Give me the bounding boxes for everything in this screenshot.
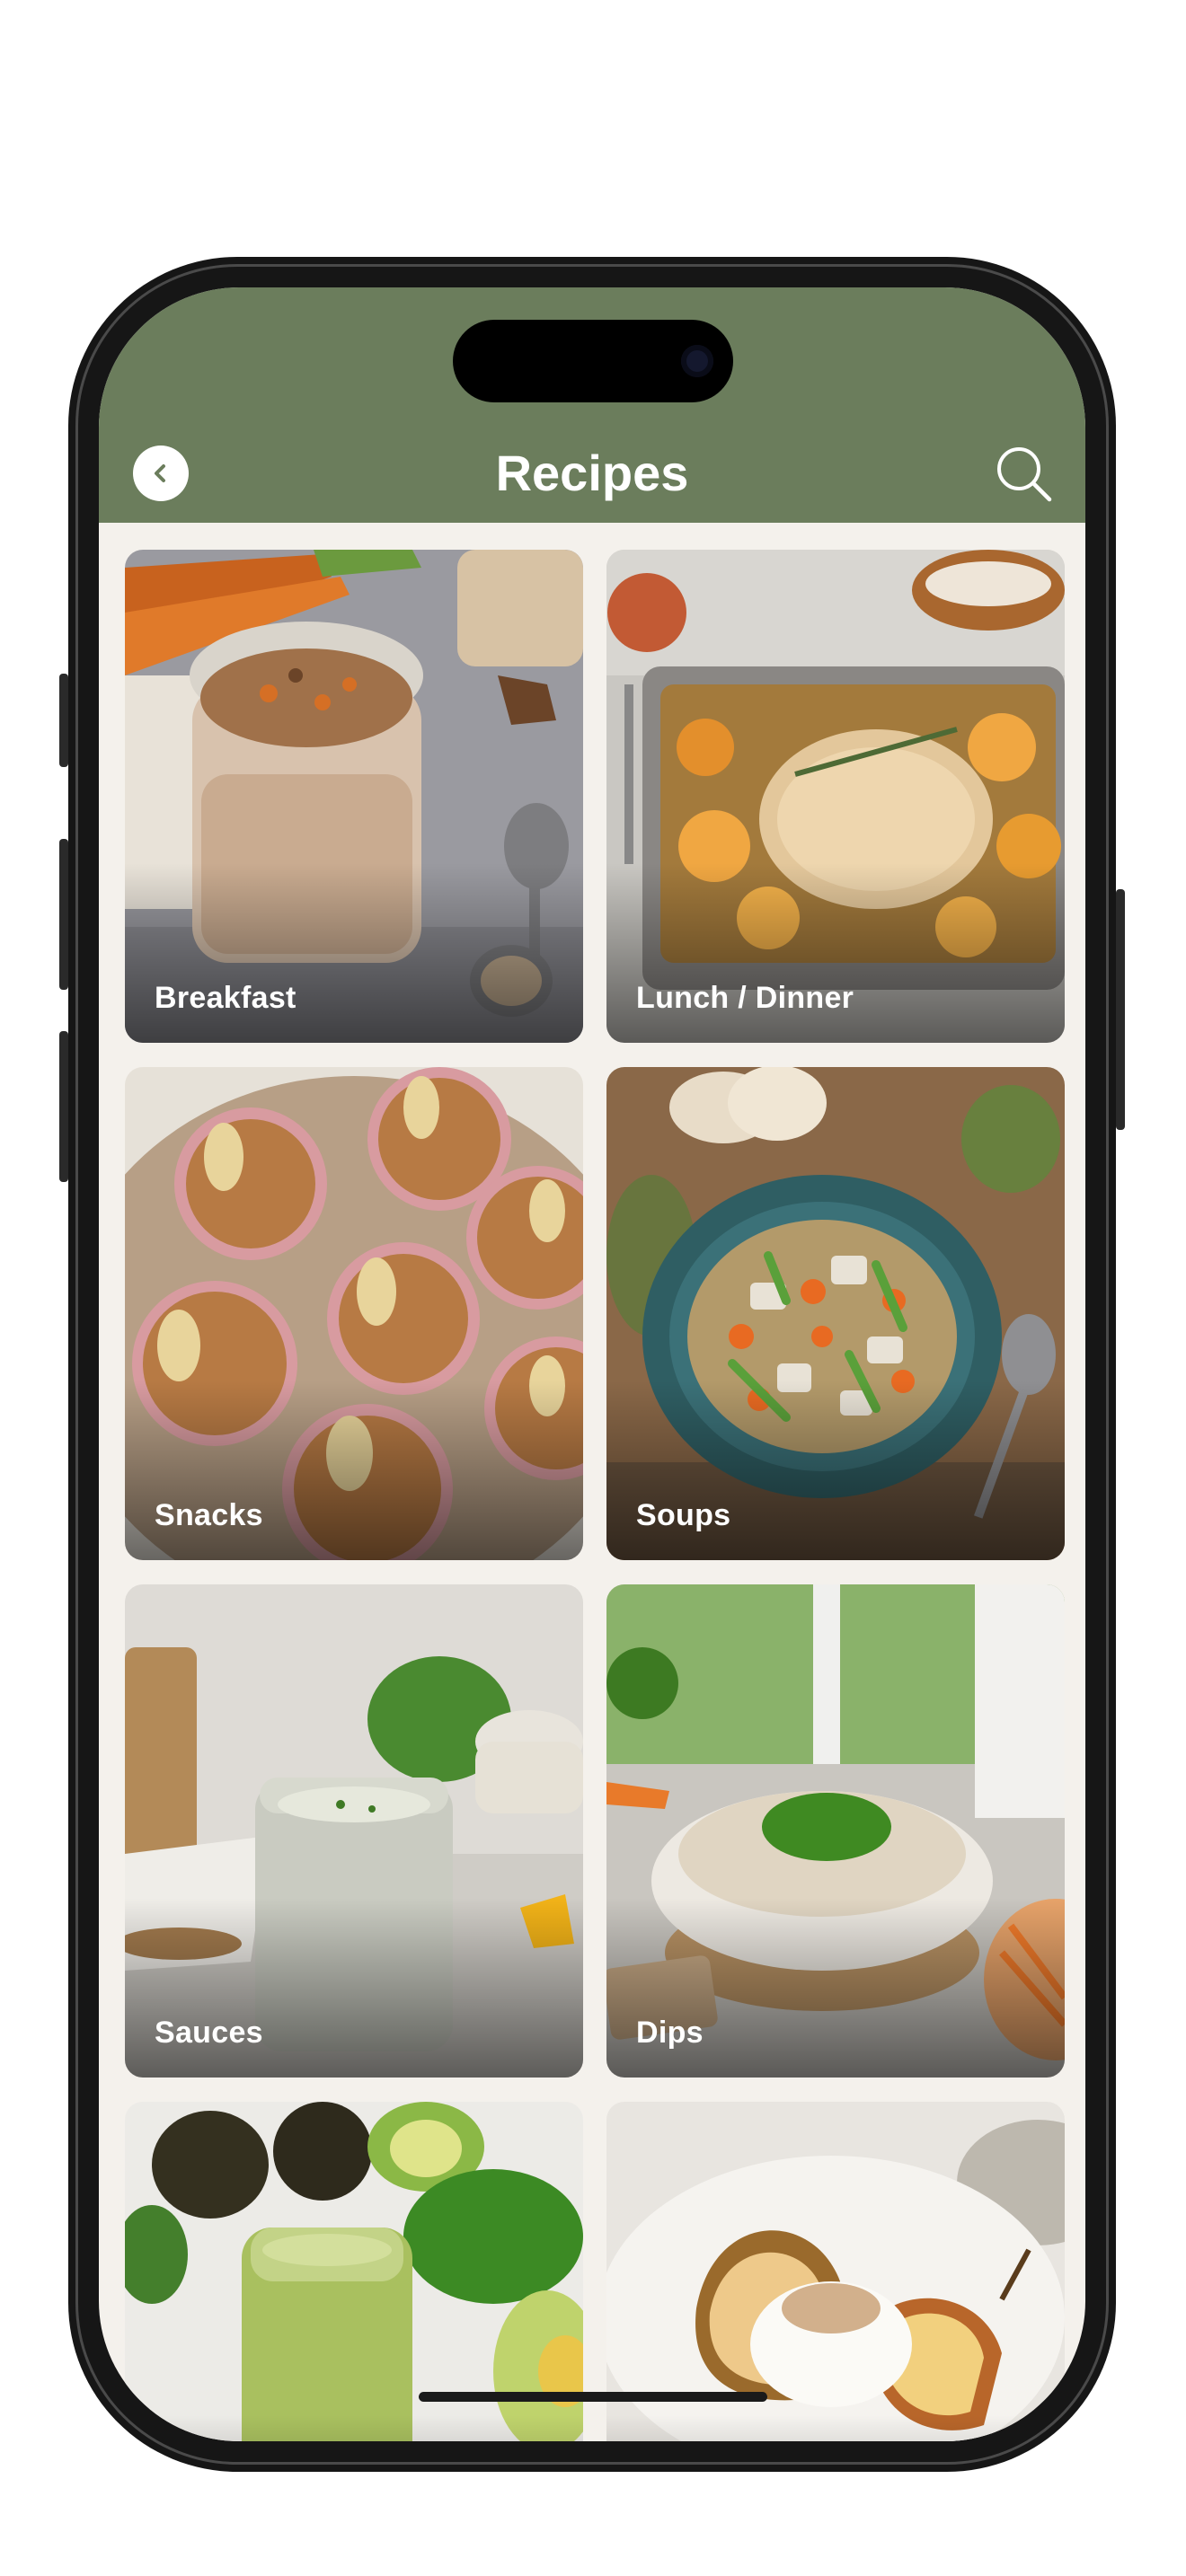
dynamic-island xyxy=(453,320,733,402)
card-shade xyxy=(606,2415,1065,2441)
power-button xyxy=(1116,889,1125,1130)
page-title: Recipes xyxy=(495,445,689,501)
category-card-snacks[interactable]: Snacks xyxy=(125,1067,583,1560)
card-shade xyxy=(606,1898,1065,2078)
category-card-7[interactable] xyxy=(125,2102,583,2441)
card-shade xyxy=(125,2415,583,2441)
search-icon[interactable] xyxy=(990,440,1058,508)
category-card-lunch-dinner[interactable]: Lunch / Dinner xyxy=(606,550,1065,1043)
card-shade xyxy=(125,1381,583,1560)
category-label: Sauces xyxy=(155,2016,263,2050)
category-label: Breakfast xyxy=(155,981,296,1015)
volume-up-button xyxy=(59,839,68,990)
pear-dessert-image xyxy=(606,2102,1065,2441)
card-shade xyxy=(606,863,1065,1043)
category-card-8[interactable] xyxy=(606,2102,1065,2441)
category-grid: Breakfast Lunch / Dinner Snacks Soups Sa… xyxy=(125,550,1065,2441)
category-card-soups[interactable]: Soups xyxy=(606,1067,1065,1560)
category-card-sauces[interactable]: Sauces xyxy=(125,1584,583,2078)
action-button xyxy=(59,674,68,767)
card-shade xyxy=(606,1381,1065,1560)
card-shade xyxy=(125,863,583,1043)
card-shade xyxy=(125,1898,583,2078)
home-indicator[interactable] xyxy=(419,2392,767,2402)
header-bar: Recipes xyxy=(99,287,1085,523)
category-label: Snacks xyxy=(155,1498,263,1532)
category-label: Dips xyxy=(636,2016,704,2050)
volume-down-button xyxy=(59,1031,68,1182)
category-label: Soups xyxy=(636,1498,731,1532)
category-label: Lunch / Dinner xyxy=(636,981,854,1015)
category-card-dips[interactable]: Dips xyxy=(606,1584,1065,2078)
phone-frame: Recipes Breakfast Lunch / Dinner Snacks … xyxy=(68,257,1116,2472)
category-card-breakfast[interactable]: Breakfast xyxy=(125,550,583,1043)
camera-icon xyxy=(681,345,713,377)
screen: Recipes Breakfast Lunch / Dinner Snacks … xyxy=(99,287,1085,2441)
green-dressing-image xyxy=(125,2102,583,2441)
